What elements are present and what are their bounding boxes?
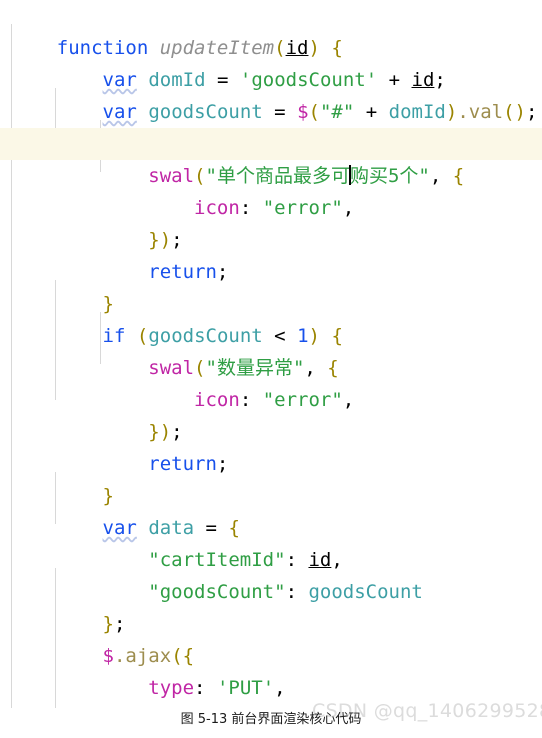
code-line[interactable]: swal("数量异常", { xyxy=(0,320,542,379)
figure-caption-area: CSDN @qq_1406299528 图 5-13 前台界面渲染核心代码 xyxy=(0,700,542,738)
code-line[interactable]: }); xyxy=(0,192,542,251)
code-line[interactable]: "goodsCount": goodsCount xyxy=(0,544,542,603)
code-line[interactable]: }); xyxy=(0,384,542,443)
code-line[interactable]: var goodsCount = $("#" + domId).val(); xyxy=(0,64,542,123)
code-line[interactable]: if (goodsCount < 1) { xyxy=(0,288,542,347)
code-line[interactable]: "cartItemId": id, xyxy=(0,512,542,571)
code-editor[interactable]: function updateItem(id) { var domId = 'g… xyxy=(0,0,542,712)
code-line[interactable]: if (goodsCount > 5) { xyxy=(0,96,542,155)
figure-caption: 图 5-13 前台界面渲染核心代码 xyxy=(180,712,362,727)
code-line[interactable]: icon: "error", xyxy=(0,352,542,411)
code-line[interactable]: var data = { xyxy=(0,480,542,539)
code-line[interactable]: return; xyxy=(0,416,542,475)
code-line[interactable]: return; xyxy=(0,224,542,283)
code-line[interactable]: }; xyxy=(0,576,542,635)
code-line[interactable]: function updateItem(id) { xyxy=(0,0,542,59)
code-line[interactable]: var domId = 'goodsCount' + id; xyxy=(0,32,542,91)
code-line[interactable]: } xyxy=(0,256,542,315)
code-line[interactable]: } xyxy=(0,448,542,507)
code-line[interactable]: type: 'PUT', xyxy=(0,640,542,699)
code-line-highlighted[interactable]: swal("单个商品最多可购买5个", { xyxy=(0,128,542,187)
code-line[interactable]: icon: "error", xyxy=(0,160,542,219)
code-line[interactable]: $.ajax({ xyxy=(0,608,542,667)
